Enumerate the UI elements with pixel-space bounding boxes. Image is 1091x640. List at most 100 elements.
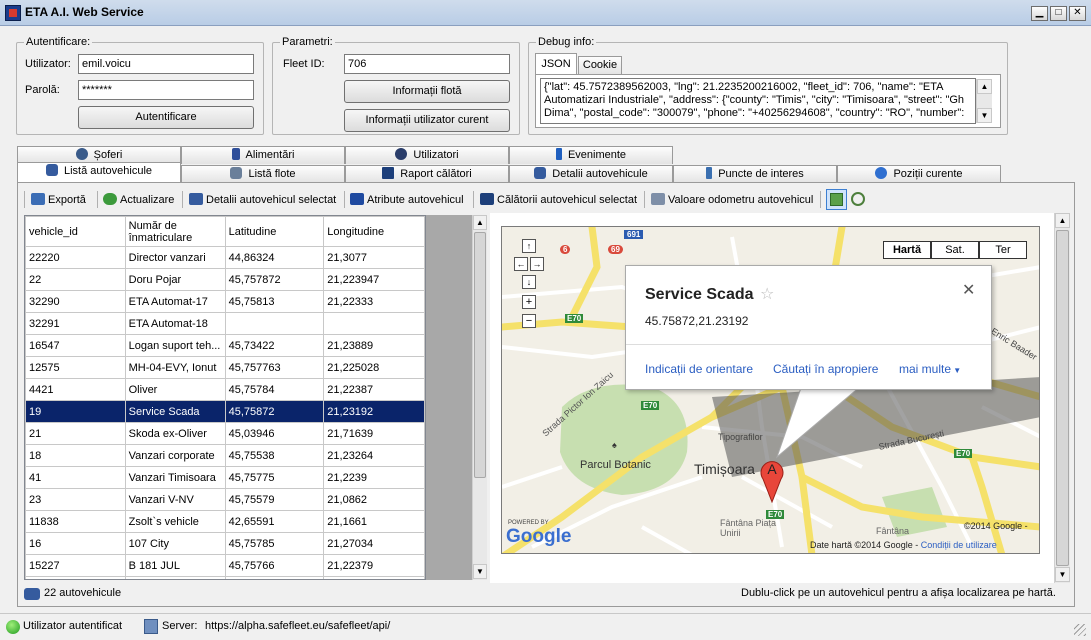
cell-longitude[interactable]: 21,71639 [323, 422, 425, 445]
cell-plate[interactable]: Vanzari Timisoara [124, 466, 226, 489]
cell-latitude[interactable] [224, 312, 325, 335]
json-output[interactable]: {"lat": 45.7572389562003, "lng": 21.2235… [540, 78, 976, 124]
terms-link[interactable]: Condiții de utilizare [921, 540, 997, 550]
scroll-up-icon[interactable]: ▲ [977, 79, 992, 94]
cell-latitude[interactable]: 45,75785 [224, 532, 325, 555]
cell-plate[interactable]: Logan suport teh... [124, 334, 226, 357]
close-button[interactable]: ✕ [1069, 6, 1086, 21]
cell-longitude[interactable] [323, 312, 425, 335]
cell-latitude[interactable]: 44,86324 [224, 246, 325, 269]
vehicle-attributes-button[interactable]: Atribute autovehicul [350, 190, 464, 210]
cell-vehicle-id[interactable]: 19 [25, 400, 126, 423]
cell-vehicle-id[interactable]: 32290 [25, 290, 126, 313]
scroll-thumb[interactable] [474, 232, 486, 478]
cell-vehicle-id[interactable]: 41 [25, 466, 126, 489]
export-button[interactable]: Exportă [31, 190, 86, 210]
debug-tab-cookie[interactable]: Cookie [578, 56, 622, 74]
tab-fleet-list[interactable]: Listă flote [181, 165, 345, 183]
cell-latitude[interactable]: 45,03946 [224, 422, 325, 445]
cell-longitude[interactable]: 21,23192 [323, 400, 425, 423]
zoom-in-icon[interactable]: + [522, 295, 536, 309]
cell-latitude[interactable]: 45,75579 [224, 488, 325, 511]
cell-vehicle-id[interactable]: 18 [25, 444, 126, 467]
cell-plate[interactable]: ETA Automat-17 [124, 290, 226, 313]
tab-events[interactable]: Evenimente [509, 146, 673, 164]
table-row[interactable]: 18 Vanzari corporate 45,75538 21,23264 [25, 444, 425, 467]
cell-longitude[interactable]: 21,22387 [323, 378, 425, 401]
table-row[interactable]: 22 Doru Pojar 45,757872 21,223947 [25, 268, 425, 291]
scroll-thumb[interactable] [1056, 230, 1069, 566]
cell-latitude[interactable]: 45,757872 [224, 268, 325, 291]
map-scrollbar[interactable]: ▲ ▼ [1054, 213, 1070, 583]
fleet-id-field[interactable]: 706 [344, 54, 510, 74]
cell-plate[interactable]: Director vanzari [124, 246, 226, 269]
cell-plate[interactable]: Vanzari corporate [124, 444, 226, 467]
tab-refuelings[interactable]: Alimentări [181, 146, 345, 164]
cell-latitude[interactable]: 45,75813 [224, 290, 325, 313]
login-button[interactable]: Autentificare [78, 106, 254, 129]
vehicle-grid[interactable]: vehicle_id Număr de înmatriculare Latitu… [24, 215, 426, 580]
star-icon[interactable]: ☆ [760, 286, 774, 303]
cell-vehicle-id[interactable]: 22 [25, 268, 126, 291]
cell-latitude[interactable]: 44,43465 [224, 576, 325, 579]
popup-close-icon[interactable]: ✕ [962, 280, 975, 300]
table-row[interactable]: 4421 Oliver 45,75784 21,22387 [25, 378, 425, 401]
table-row[interactable]: 16547 Logan suport teh... 45,73422 21,23889 [25, 334, 425, 357]
cell-vehicle-id[interactable]: 32291 [25, 312, 126, 335]
fleet-info-button[interactable]: Informații flotă [344, 80, 510, 103]
pan-up-icon[interactable]: ↑ [522, 239, 536, 253]
cell-plate[interactable]: 107 City [124, 532, 226, 555]
scroll-down-icon[interactable]: ▼ [1055, 567, 1070, 582]
password-field[interactable]: ******* [78, 80, 254, 100]
cell-vehicle-id[interactable]: 12575 [25, 356, 126, 379]
cell-latitude[interactable]: 45,75775 [224, 466, 325, 489]
cell-vehicle-id[interactable]: 4421 [25, 378, 126, 401]
cell-plate[interactable]: Service Scada [124, 400, 226, 423]
table-row[interactable]: 15227 B 181 JUL 45,75766 21,22379 [25, 554, 425, 577]
cell-plate[interactable]: Skoda ex-Oliver [124, 422, 226, 445]
table-row[interactable]: 23 Vanzari V-NV 45,75579 21,0862 [25, 488, 425, 511]
cell-latitude[interactable]: 45,75538 [224, 444, 325, 467]
scroll-down-icon[interactable]: ▼ [473, 564, 487, 579]
refresh-button[interactable]: Actualizare [103, 190, 174, 210]
pan-right-icon[interactable]: → [530, 257, 544, 271]
column-header-vehicle-id[interactable]: vehicle_id [25, 216, 126, 247]
column-header-latitude[interactable]: Latitudine [224, 216, 325, 247]
cell-longitude[interactable]: 21,2239 [323, 466, 425, 489]
cell-plate[interactable]: ETA Automat-18 [124, 312, 226, 335]
cell-longitude[interactable]: 21,22333 [323, 290, 425, 313]
column-header-longitude[interactable]: Longitudine [323, 216, 425, 247]
zoom-out-icon[interactable]: − [522, 314, 536, 328]
cell-plate[interactable]: Vanzari V-NV [124, 488, 226, 511]
cell-longitude[interactable]: 21,27034 [323, 532, 425, 555]
zoom-icon[interactable] [851, 192, 865, 206]
cell-vehicle-id[interactable]: 16547 [25, 334, 126, 357]
map-type-map-button[interactable]: Hartă [883, 241, 931, 259]
search-nearby-link[interactable]: Căutați în apropiere [773, 362, 878, 376]
cell-vehicle-id[interactable]: 16 [25, 532, 126, 555]
cell-longitude[interactable]: 26,12467 [323, 576, 425, 579]
cell-latitude[interactable]: 45,75784 [224, 378, 325, 401]
cell-vehicle-id[interactable]: 22220 [25, 246, 126, 269]
debug-tab-json[interactable]: JSON [535, 53, 577, 75]
table-row[interactable]: 41 Vanzari Timisoara 45,75775 21,2239 [25, 466, 425, 489]
table-row[interactable]: 19 Service Scada 45,75872 21,23192 [25, 400, 425, 423]
tab-trip-report[interactable]: Raport călători [345, 165, 509, 183]
odometer-button[interactable]: Valoare odometru autovehicul [651, 190, 813, 210]
cell-plate[interactable]: Doru Pojar [124, 268, 226, 291]
cell-longitude[interactable]: 21,22379 [323, 554, 425, 577]
cell-latitude[interactable]: 45,757763 [224, 356, 325, 379]
tab-points-of-interest[interactable]: Puncte de interes [673, 165, 837, 183]
tab-vehicle-details[interactable]: Detalii autovehicule [509, 165, 673, 183]
more-link[interactable]: mai multe ▼ [899, 362, 961, 376]
cell-vehicle-id[interactable]: 15227 [25, 554, 126, 577]
cell-vehicle-id[interactable]: 25331 [25, 576, 126, 579]
column-header-plate[interactable]: Număr de înmatriculare [124, 216, 226, 247]
cell-plate[interactable]: B 181 JUL [124, 554, 226, 577]
table-row[interactable]: 16 107 City 45,75785 21,27034 [25, 532, 425, 555]
cell-plate[interactable]: Zsolt`s vehicle [124, 510, 226, 533]
tab-vehicle-list[interactable]: Listă autovehicule [17, 162, 181, 183]
table-row[interactable]: 22220 Director vanzari 44,86324 21,3077 [25, 246, 425, 269]
tab-current-positions[interactable]: Poziții curente [837, 165, 1001, 183]
cell-vehicle-id[interactable]: 23 [25, 488, 126, 511]
